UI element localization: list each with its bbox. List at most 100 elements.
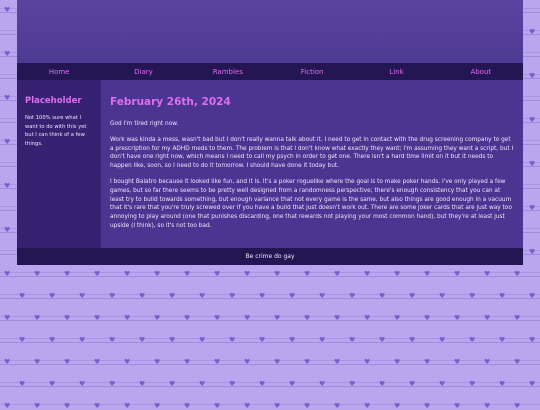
heart-icon: ♥	[334, 314, 341, 322]
heart-icon: ♥	[499, 336, 506, 344]
heart-icon: ♥	[19, 292, 26, 300]
heart-icon: ♥	[334, 358, 341, 366]
heart-icon: ♥	[214, 314, 221, 322]
nav-home[interactable]: Home	[29, 68, 89, 76]
heart-icon: ♥	[394, 358, 401, 366]
heart-icon: ♥	[94, 270, 101, 278]
heart-icon: ♥	[424, 314, 431, 322]
heart-icon: ♥	[304, 270, 311, 278]
heart-icon: ♥	[469, 380, 476, 388]
heart-icon: ♥	[454, 270, 461, 278]
heart-icon: ♥	[259, 380, 266, 388]
heart-icon: ♥	[19, 380, 26, 388]
heart-icon: ♥	[214, 270, 221, 278]
heart-icon: ♥	[139, 336, 146, 344]
heart-icon: ♥	[499, 380, 506, 388]
heart-icon: ♥	[4, 314, 11, 322]
heart-icon: ♥	[529, 204, 536, 212]
post-paragraph: Work was kinda a mess, wasn't bad but I …	[110, 136, 514, 170]
heart-icon: ♥	[4, 358, 11, 366]
heart-icon: ♥	[64, 270, 71, 278]
heart-icon: ♥	[229, 336, 236, 344]
heart-icon: ♥	[244, 270, 251, 278]
heart-icon: ♥	[184, 358, 191, 366]
nav-rambles[interactable]: Rambles	[198, 68, 258, 76]
heart-icon: ♥	[34, 270, 41, 278]
heart-icon: ♥	[4, 182, 11, 190]
heart-icon: ♥	[49, 292, 56, 300]
heart-icon: ♥	[154, 358, 161, 366]
heart-icon: ♥	[409, 292, 416, 300]
heart-icon: ♥	[514, 314, 521, 322]
heart-icon: ♥	[214, 358, 221, 366]
site-container: Home Diary Rambles Fiction Link About Pl…	[17, 0, 523, 265]
heart-icon: ♥	[109, 292, 116, 300]
heart-icon: ♥	[244, 358, 251, 366]
post-paragraph: I bought Balatro because it looked like …	[110, 178, 512, 229]
heart-icon: ♥	[124, 358, 131, 366]
heart-icon: ♥	[304, 314, 311, 322]
heart-icon: ♥	[394, 270, 401, 278]
heart-icon: ♥	[49, 380, 56, 388]
heart-icon: ♥	[244, 314, 251, 322]
heart-icon: ♥	[439, 292, 446, 300]
heart-icon: ♥	[4, 226, 11, 234]
heart-icon: ♥	[529, 248, 536, 256]
heart-icon: ♥	[34, 314, 41, 322]
heart-icon: ♥	[4, 50, 11, 58]
heart-icon: ♥	[529, 292, 536, 300]
heart-icon: ♥	[334, 270, 341, 278]
heart-icon: ♥	[4, 270, 11, 278]
heart-icon: ♥	[319, 292, 326, 300]
heart-icon: ♥	[529, 28, 536, 36]
heart-icon: ♥	[169, 380, 176, 388]
nav-fiction[interactable]: Fiction	[282, 68, 342, 76]
heart-icon: ♥	[94, 314, 101, 322]
heart-icon: ♥	[454, 358, 461, 366]
heart-icon: ♥	[304, 358, 311, 366]
heart-icon: ♥	[49, 336, 56, 344]
sidebar: Placeholder Not 100% sure what I want to…	[17, 80, 101, 248]
heart-icon: ♥	[229, 292, 236, 300]
main-nav: Home Diary Rambles Fiction Link About	[17, 63, 523, 80]
heart-icon: ♥	[529, 380, 536, 388]
heart-icon: ♥	[394, 314, 401, 322]
heart-icon: ♥	[79, 292, 86, 300]
heart-icon: ♥	[4, 94, 11, 102]
heart-icon: ♥	[259, 292, 266, 300]
nav-about[interactable]: About	[451, 68, 511, 76]
heart-icon: ♥	[19, 336, 26, 344]
heart-icon: ♥	[184, 314, 191, 322]
heart-icon: ♥	[469, 336, 476, 344]
heart-icon: ♥	[4, 138, 11, 146]
heart-icon: ♥	[319, 380, 326, 388]
heart-icon: ♥	[79, 380, 86, 388]
heart-icon: ♥	[109, 336, 116, 344]
heart-icon: ♥	[349, 336, 356, 344]
heart-icon: ♥	[169, 336, 176, 344]
post-content: February 26th, 2024 God I'm tired right …	[101, 80, 523, 248]
heart-icon: ♥	[64, 358, 71, 366]
heart-icon: ♥	[364, 270, 371, 278]
heart-icon: ♥	[409, 380, 416, 388]
heart-icon: ♥	[424, 358, 431, 366]
heart-icon: ♥	[124, 270, 131, 278]
heart-icon: ♥	[289, 380, 296, 388]
heart-icon: ♥	[319, 336, 326, 344]
heart-icon: ♥	[514, 358, 521, 366]
heart-icon: ♥	[79, 336, 86, 344]
post-paragraph: God I'm tired right now.	[110, 121, 179, 127]
heart-icon: ♥	[439, 380, 446, 388]
heart-icon: ♥	[379, 336, 386, 344]
heart-icon: ♥	[124, 314, 131, 322]
heart-icon: ♥	[349, 380, 356, 388]
heart-icon: ♥	[139, 380, 146, 388]
heart-icon: ♥	[484, 270, 491, 278]
heart-icon: ♥	[94, 358, 101, 366]
nav-link[interactable]: Link	[366, 68, 426, 76]
heart-icon: ♥	[274, 270, 281, 278]
heart-icon: ♥	[529, 160, 536, 168]
heart-icon: ♥	[379, 292, 386, 300]
nav-diary[interactable]: Diary	[113, 68, 173, 76]
footer-text: Be crime do gay	[245, 253, 295, 260]
